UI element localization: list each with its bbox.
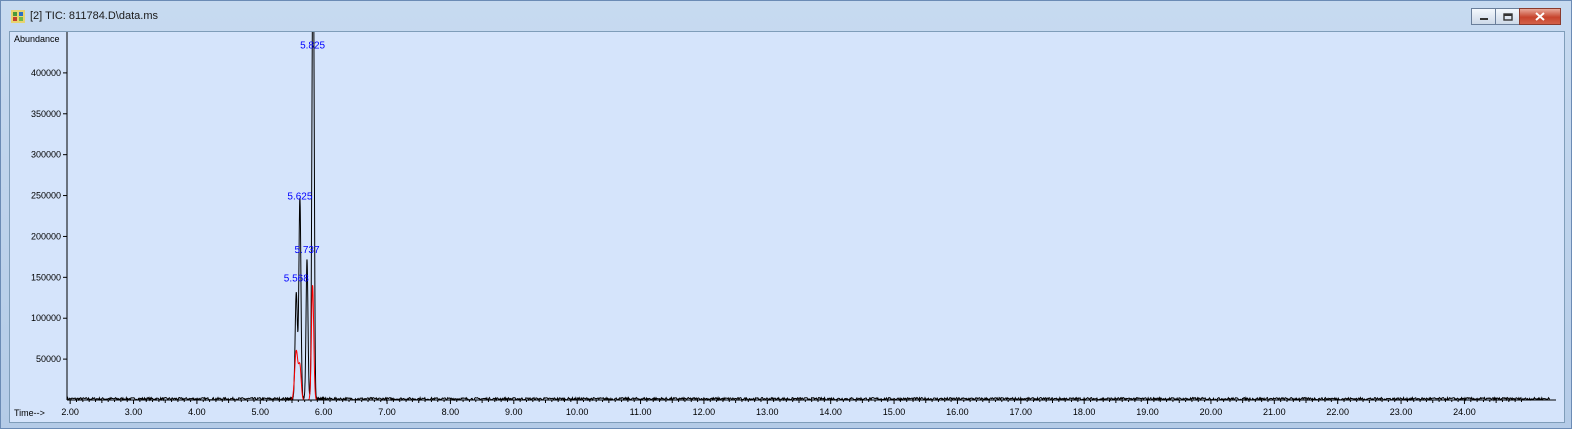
y-axis-label: Abundance (14, 34, 60, 44)
x-tick-label: 6.00 (315, 407, 333, 417)
x-tick-label: 8.00 (442, 407, 460, 417)
x-tick-label: 16.00 (946, 407, 969, 417)
maximize-button[interactable] (1495, 8, 1520, 25)
chromatogram-app-icon (11, 10, 25, 23)
minimize-button[interactable] (1471, 8, 1496, 25)
y-tick-label: 400000 (31, 68, 61, 78)
x-tick-label: 17.00 (1010, 407, 1033, 417)
x-tick-label: 7.00 (378, 407, 396, 417)
chromatogram-series (66, 32, 1551, 402)
close-icon (1535, 12, 1545, 21)
x-tick-label: 21.00 (1263, 407, 1286, 417)
x-tick-label: 13.00 (756, 407, 779, 417)
x-tick-label: 12.00 (693, 407, 716, 417)
x-tick-label: 15.00 (883, 407, 906, 417)
peak-label: 5.625 (287, 192, 312, 203)
x-tick-label: 22.00 (1326, 407, 1349, 417)
x-tick-label: 5.00 (252, 407, 270, 417)
y-tick-label: 150000 (31, 272, 61, 282)
y-tick-label: 200000 (31, 231, 61, 241)
chromatogram-window: [2] TIC: 811784.D\data.ms Abundance Time… (0, 0, 1572, 429)
y-tick-label: 300000 (31, 150, 61, 160)
x-tick-label: 24.00 (1453, 407, 1476, 417)
y-tick-label: 100000 (31, 313, 61, 323)
x-tick-label: 2.00 (61, 407, 79, 417)
x-tick-label: 20.00 (1200, 407, 1223, 417)
y-tick-label: 50000 (36, 354, 61, 364)
maximize-icon (1502, 12, 1513, 21)
chromatogram-chart: Abundance Time--> 50000 100000 150000 20000… (14, 32, 1556, 418)
title-bar[interactable]: [2] TIC: 811784.D\data.ms (1, 1, 1571, 31)
x-axis-ticks: 2.00 3.00 4.00 5.00 6.00 7.00 8.00 9.00 10.00 11.… (61, 400, 1522, 417)
x-tick-label: 9.00 (505, 407, 523, 417)
y-tick-label: 250000 (31, 191, 61, 201)
x-tick-label: 11.00 (630, 407, 652, 417)
x-tick-label: 14.00 (819, 407, 842, 417)
x-tick-label: 10.00 (566, 407, 589, 417)
x-tick-label: 18.00 (1073, 407, 1096, 417)
x-axis-label: Time--> (14, 408, 45, 418)
peak-label: 5.737 (294, 245, 319, 256)
peak-label: 5.825 (300, 40, 325, 51)
close-button[interactable] (1519, 8, 1561, 25)
minimize-icon (1479, 17, 1488, 20)
x-tick-label: 3.00 (125, 407, 143, 417)
chromatogram-plot-area[interactable]: Abundance Time--> 50000 100000 150000 20000… (9, 31, 1565, 423)
x-tick-label: 23.00 (1390, 407, 1413, 417)
y-axis-ticks: 50000 100000 150000 200000 250000 300000 35000… (31, 68, 67, 364)
x-tick-label: 4.00 (188, 407, 206, 417)
window-controls (1471, 8, 1561, 26)
y-tick-label: 350000 (31, 109, 61, 119)
window-title: [2] TIC: 811784.D\data.ms (30, 10, 158, 22)
series-line (66, 32, 1551, 402)
x-tick-label: 19.00 (1136, 407, 1159, 417)
peak-labels: 5.568 5.625 5.737 5.825 (284, 40, 326, 284)
peak-label: 5.568 (284, 273, 309, 284)
